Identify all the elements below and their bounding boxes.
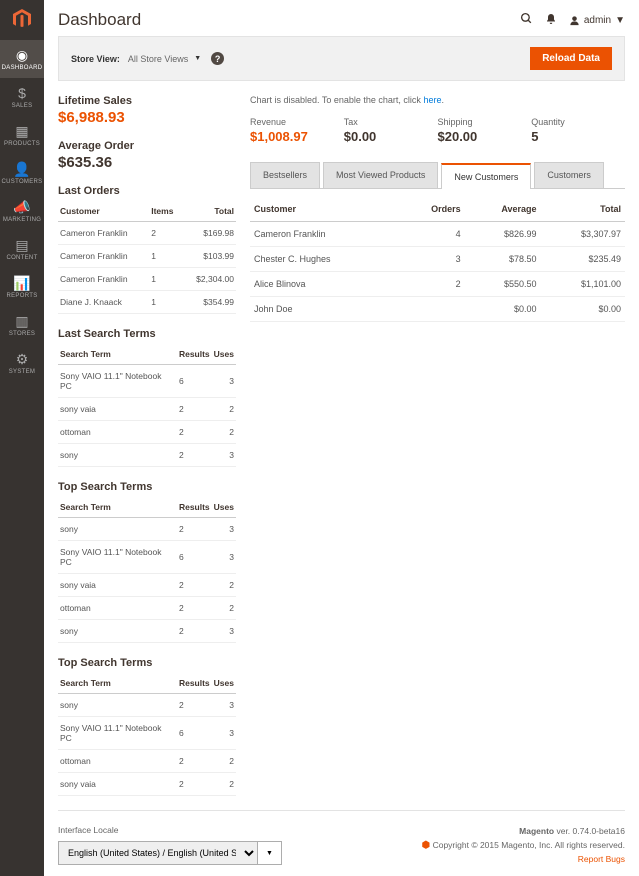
table-row[interactable]: Sony VAIO 11.1" Notebook PC63 [58, 365, 236, 398]
report-bugs-link[interactable]: Report Bugs [578, 854, 625, 864]
lifetime-sales-title: Lifetime Sales [58, 95, 236, 107]
nav-dashboard[interactable]: ◉DASHBOARD [0, 40, 44, 78]
last-orders-title: Last Orders [58, 185, 236, 197]
chart-disabled-message: Chart is disabled. To enable the chart, … [250, 95, 625, 105]
table-row[interactable]: sony23 [58, 694, 236, 717]
nav-reports[interactable]: 📊REPORTS [0, 268, 44, 306]
table-row[interactable]: Chester C. Hughes3$78.50$235.49 [250, 247, 625, 272]
tab-customers[interactable]: Customers [534, 162, 604, 188]
reload-data-button[interactable]: Reload Data [530, 47, 612, 70]
table-row[interactable]: Sony VAIO 11.1" Notebook PC63 [58, 717, 236, 750]
products-icon: ▦ [15, 123, 28, 139]
locale-select[interactable]: English (United States) / English (Unite… [58, 841, 258, 865]
new-customers-table: CustomerOrdersAverageTotalCameron Frankl… [250, 197, 625, 322]
nav-stores[interactable]: ▥STORES [0, 306, 44, 344]
table-row[interactable]: ottoman22 [58, 750, 236, 773]
notifications-icon[interactable] [545, 13, 557, 28]
table-row[interactable]: Sony VAIO 11.1" Notebook PC63 [58, 541, 236, 574]
nav-customers[interactable]: 👤CUSTOMERS [0, 154, 44, 192]
caret-down-icon: ▼ [615, 15, 625, 26]
locale-dropdown-button[interactable]: ▼ [257, 841, 282, 865]
user-menu[interactable]: admin ▼ [569, 15, 625, 26]
table-row[interactable]: sony23 [58, 518, 236, 541]
table-row[interactable]: ottoman22 [58, 421, 236, 444]
top-search-title-2: Top Search Terms [58, 657, 236, 669]
average-order-value: $635.36 [58, 154, 236, 171]
top-search-title-1: Top Search Terms [58, 481, 236, 493]
table-row[interactable]: John Doe$0.00$0.00 [250, 297, 625, 322]
dashboard-icon: ◉ [16, 47, 28, 63]
nav-system[interactable]: ⚙SYSTEM [0, 344, 44, 382]
last-search-table: Search TermResultsUsesSony VAIO 11.1" No… [58, 344, 236, 467]
search-icon[interactable] [520, 12, 533, 28]
magento-icon: ⬢ [421, 840, 430, 851]
tab-new-customers[interactable]: New Customers [441, 163, 531, 189]
top-search-table-2: Search TermResultsUsessony23Sony VAIO 11… [58, 673, 236, 796]
tab-bestsellers[interactable]: Bestsellers [250, 162, 320, 188]
stores-icon: ▥ [15, 313, 28, 329]
top-search-table-1: Search TermResultsUsessony23Sony VAIO 11… [58, 497, 236, 643]
last-orders-table: CustomerItemsTotalCameron Franklin2$169.… [58, 201, 236, 314]
lifetime-sales-value: $6,988.93 [58, 109, 236, 126]
average-order-title: Average Order [58, 140, 236, 152]
metric-quantity: Quantity5 [531, 117, 625, 144]
footer: Interface Locale English (United States)… [58, 810, 625, 876]
table-row[interactable]: ottoman22 [58, 597, 236, 620]
nav-marketing[interactable]: 📣MARKETING [0, 192, 44, 230]
system-icon: ⚙ [16, 351, 29, 367]
locale-label: Interface Locale [58, 825, 282, 835]
help-icon[interactable]: ? [211, 52, 224, 65]
table-row[interactable]: sony vaia22 [58, 398, 236, 421]
nav-products[interactable]: ▦PRODUCTS [0, 116, 44, 154]
customers-icon: 👤 [13, 161, 30, 177]
store-view-bar: Store View: All Store Views ▼ ? Reload D… [58, 36, 625, 81]
content-icon: ▤ [15, 237, 28, 253]
table-row[interactable]: Alice Blinova2$550.50$1,101.00 [250, 272, 625, 297]
metric-revenue: Revenue$1,008.97 [250, 117, 344, 144]
last-search-title: Last Search Terms [58, 328, 236, 340]
table-row[interactable]: sony23 [58, 620, 236, 643]
table-row[interactable]: Cameron Franklin2$169.98 [58, 222, 236, 245]
reports-icon: 📊 [13, 275, 30, 291]
nav-content[interactable]: ▤CONTENT [0, 230, 44, 268]
caret-down-icon[interactable]: ▼ [194, 55, 201, 62]
metric-shipping: Shipping$20.00 [438, 117, 532, 144]
table-row[interactable]: sony vaia22 [58, 574, 236, 597]
enable-chart-link[interactable]: here [423, 95, 441, 105]
table-row[interactable]: sony23 [58, 444, 236, 467]
page-title: Dashboard [58, 10, 520, 30]
tab-most-viewed-products[interactable]: Most Viewed Products [323, 162, 438, 188]
sales-icon: $ [18, 85, 26, 101]
nav-sales[interactable]: $SALES [0, 78, 44, 116]
table-row[interactable]: Cameron Franklin4$826.99$3,307.97 [250, 222, 625, 247]
table-row[interactable]: Diane J. Knaack1$354.99 [58, 291, 236, 314]
marketing-icon: 📣 [13, 199, 30, 215]
table-row[interactable]: sony vaia22 [58, 773, 236, 796]
table-row[interactable]: Cameron Franklin1$2,304.00 [58, 268, 236, 291]
sidebar: ◉DASHBOARD$SALES▦PRODUCTS👤CUSTOMERS📣MARK… [0, 0, 44, 876]
magento-logo[interactable] [9, 6, 35, 32]
store-view-select[interactable]: All Store Views [128, 54, 188, 64]
metric-tax: Tax$0.00 [344, 117, 438, 144]
table-row[interactable]: Cameron Franklin1$103.99 [58, 245, 236, 268]
